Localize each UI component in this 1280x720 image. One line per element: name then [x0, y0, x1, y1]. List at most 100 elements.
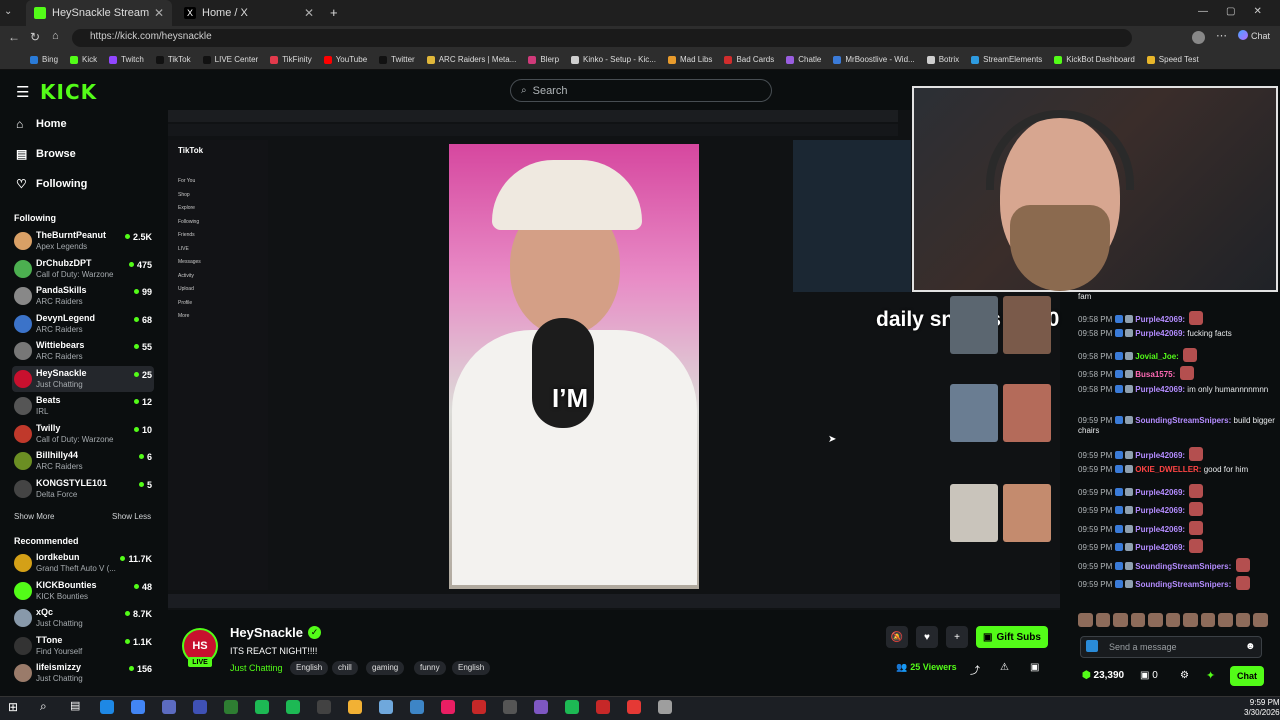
taskbar-app-icon[interactable]: [162, 700, 176, 714]
bookmark-item[interactable]: KickBot Dashboard: [1054, 55, 1135, 64]
close-tab-icon[interactable]: ✕: [154, 6, 164, 20]
taskbar-app-icon[interactable]: [348, 700, 362, 714]
bookmark-item[interactable]: Speed Test: [1146, 55, 1199, 64]
taskbar-app-icon[interactable]: [379, 700, 393, 714]
taskbar-app-icon[interactable]: [503, 700, 517, 714]
tag-chip[interactable]: funny: [414, 661, 446, 675]
nav-home[interactable]: ⌂ Home: [16, 114, 67, 134]
channel-item[interactable]: HeySnackle Just Chatting 25: [12, 365, 154, 392]
channel-item[interactable]: KICKBounties KICK Bounties 48: [12, 578, 154, 604]
bookmark-item[interactable]: MrBoostlive - Wid...: [833, 55, 915, 64]
task-view-icon[interactable]: ▤: [70, 699, 80, 712]
windows-start-icon[interactable]: ⊞: [8, 700, 18, 714]
bookmark-item[interactable]: Bing: [30, 55, 58, 64]
bookmark-item[interactable]: Kinko - Setup - Kic...: [571, 55, 656, 64]
bookmark-item[interactable]: TikTok: [155, 55, 191, 64]
chat-username[interactable]: OKIE_DWELLER:: [1135, 465, 1201, 474]
taskbar-app-icon[interactable]: [317, 700, 331, 714]
chat-mod-icon[interactable]: ✦: [1206, 669, 1215, 682]
channel-item[interactable]: lordkebun Grand Theft Auto V (... 11.7K: [12, 550, 154, 576]
channel-item[interactable]: Twilly Call of Duty: Warzone 10: [12, 421, 154, 447]
new-tab-button[interactable]: +: [330, 5, 338, 20]
bookmark-item[interactable]: Botrix: [926, 55, 959, 64]
share-icon[interactable]: ⤴: [970, 662, 980, 677]
window-controls[interactable]: —▢✕: [1198, 6, 1280, 17]
taskbar-app-icon[interactable]: [565, 700, 579, 714]
tab-kick[interactable]: HeySnackle Stream - Watch L ✕: [26, 0, 172, 26]
taskbar-app-icon[interactable]: [534, 700, 548, 714]
nav-browse[interactable]: ▤ Browse: [16, 144, 76, 164]
taskbar-app-icon[interactable]: [596, 700, 610, 714]
gift-subs-button[interactable]: ▣ Gift Subs: [976, 626, 1048, 648]
gift-icon[interactable]: ▣ 0: [1140, 670, 1158, 681]
bookmark-item[interactable]: ARC Raiders | Meta...: [426, 55, 516, 64]
taskbar-app-icon[interactable]: [286, 700, 300, 714]
bookmark-item[interactable]: Blerp: [528, 55, 559, 64]
bookmark-item[interactable]: Chatle: [786, 55, 821, 64]
popout-icon[interactable]: ▣: [1030, 662, 1039, 673]
bookmark-item[interactable]: Twitter: [379, 55, 415, 64]
chat-username[interactable]: Purple42069:: [1135, 525, 1185, 534]
channel-item[interactable]: DevynLegend ARC Raiders 68: [12, 311, 154, 337]
chat-username[interactable]: SoundingStreamSnipers:: [1135, 562, 1231, 571]
back-icon[interactable]: ←: [8, 30, 20, 44]
channel-item[interactable]: xQc Just Chatting 8.7K: [12, 605, 154, 631]
channel-item[interactable]: lifeismizzy Just Chatting 156: [12, 660, 154, 686]
emoji-icon[interactable]: ☻: [1245, 641, 1256, 652]
channel-item[interactable]: Wittiebears ARC Raiders 55: [12, 338, 154, 364]
hamburger-menu-icon[interactable]: ☰: [16, 83, 29, 101]
chat-username[interactable]: Purple42069:: [1135, 329, 1185, 338]
subscribe-button[interactable]: +: [946, 626, 968, 648]
nav-following[interactable]: ♡ Following: [16, 174, 87, 194]
channel-item[interactable]: DrChubzDPT Call of Duty: Warzone 475: [12, 256, 154, 282]
chat-username[interactable]: Purple42069:: [1135, 543, 1185, 552]
channel-item[interactable]: Billhilly44 ARC Raiders 6: [12, 448, 154, 474]
show-more-button[interactable]: Show More: [14, 512, 54, 521]
bookmark-item[interactable]: Bad Cards: [724, 55, 774, 64]
bookmark-item[interactable]: LIVE Center: [202, 55, 258, 64]
channel-item[interactable]: KONGSTYLE101 Delta Force 5: [12, 476, 154, 502]
chat-username[interactable]: SoundingStreamSnipers:: [1135, 580, 1231, 589]
bookmark-item[interactable]: StreamElements: [971, 55, 1042, 64]
address-bar[interactable]: https://kick.com/heysnackle: [72, 29, 1132, 47]
chat-username[interactable]: Purple42069:: [1135, 385, 1185, 394]
channel-points[interactable]: ⬢ 23,390: [1082, 670, 1124, 681]
reload-icon[interactable]: ↻: [30, 30, 40, 44]
report-icon[interactable]: ⚠: [1000, 662, 1009, 673]
taskbar-app-icon[interactable]: [255, 700, 269, 714]
streamer-name[interactable]: HeySnackle: [230, 625, 303, 640]
tag-chip[interactable]: English: [452, 661, 491, 675]
channel-item[interactable]: PandaSkills ARC Raiders 99: [12, 283, 154, 309]
channel-item[interactable]: TTone Find Yourself 1.1K: [12, 633, 154, 659]
taskbar-app-icon[interactable]: [224, 700, 238, 714]
bookmark-item[interactable]: Mad Libs: [667, 55, 712, 64]
bookmark-item[interactable]: YouTube: [323, 55, 367, 64]
chat-username[interactable]: Purple42069:: [1135, 315, 1185, 324]
taskbar-app-icon[interactable]: [410, 700, 424, 714]
chat-username[interactable]: Jovial_Joe:: [1135, 352, 1179, 361]
chat-username[interactable]: SoundingStreamSnipers:: [1135, 416, 1231, 425]
taskbar-app-icon[interactable]: [131, 700, 145, 714]
tag-chip[interactable]: gaming: [366, 661, 405, 675]
taskbar-app-icon[interactable]: [472, 700, 486, 714]
channel-item[interactable]: Beats IRL 12: [12, 393, 154, 419]
chat-settings-icon[interactable]: ⚙: [1180, 670, 1189, 681]
chat-username[interactable]: Purple42069:: [1135, 451, 1185, 460]
chat-input[interactable]: Send a message: [1080, 636, 1262, 658]
taskbar-app-icon[interactable]: [100, 700, 114, 714]
send-chat-button[interactable]: Chat: [1230, 666, 1264, 686]
close-tab-icon[interactable]: ✕: [304, 6, 314, 20]
taskbar-app-icon[interactable]: [658, 700, 672, 714]
chat-username[interactable]: Busa1575:: [1135, 370, 1175, 379]
bookmark-item[interactable]: Kick: [70, 55, 97, 64]
tab-x[interactable]: X Home / X ✕: [176, 0, 322, 26]
menu-icon[interactable]: ⋯: [1216, 29, 1227, 42]
kick-logo[interactable]: KICK: [40, 80, 97, 104]
stream-category[interactable]: Just Chatting: [230, 663, 283, 673]
taskbar-app-icon[interactable]: [627, 700, 641, 714]
copilot-chat-button[interactable]: Chat: [1238, 30, 1270, 41]
home-icon[interactable]: ⌂: [52, 30, 59, 42]
chat-username[interactable]: Purple42069:: [1135, 488, 1185, 497]
emote-bar[interactable]: [1078, 613, 1269, 629]
follow-heart-button[interactable]: ♥: [916, 626, 938, 648]
